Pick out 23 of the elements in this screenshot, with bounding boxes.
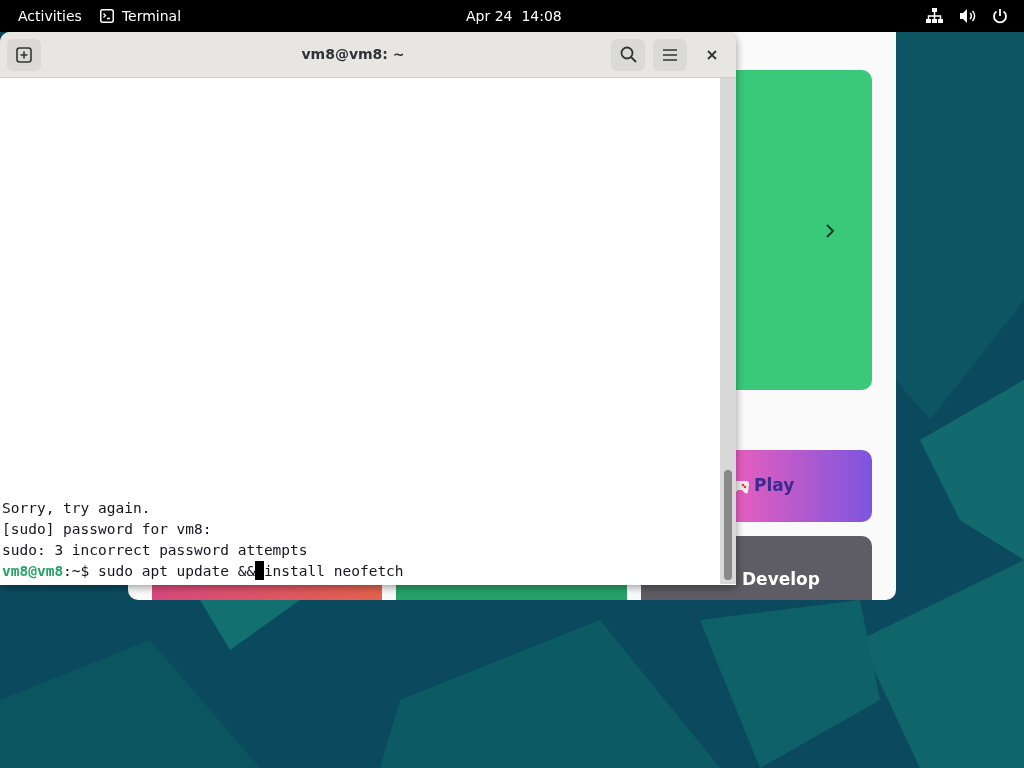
prompt-user: vm8@vm8 [2, 563, 64, 579]
volume-icon[interactable] [959, 8, 976, 24]
chevron-right-icon[interactable] [825, 223, 835, 239]
close-icon [707, 49, 717, 60]
output-line: sudo: 3 incorrect password attempts [2, 541, 309, 560]
output-line: Sorry, try again. [2, 499, 152, 518]
menu-button[interactable] [653, 38, 687, 71]
app-menu-button[interactable]: Terminal [121, 5, 182, 27]
terminal-icon[interactable] [99, 9, 114, 23]
search-button[interactable] [611, 38, 645, 71]
command-line: :~$ sudo apt update && install neofetch [63, 563, 404, 579]
category-card[interactable]: Develop [736, 536, 872, 600]
power-icon[interactable] [992, 8, 1008, 24]
search-icon [619, 46, 637, 63]
clock[interactable]: Apr 24 14:08 [466, 5, 562, 27]
add-icon [16, 46, 32, 63]
activities-button[interactable]: Activities [0, 5, 100, 27]
menu-icon [662, 48, 678, 61]
window-title: vm8@vm8: ~ [300, 45, 406, 64]
scrollbar[interactable] [724, 470, 732, 580]
output-line: [sudo] password for vm8: [2, 520, 213, 539]
new-tab-button[interactable] [7, 38, 41, 71]
network-icon[interactable] [926, 8, 943, 24]
